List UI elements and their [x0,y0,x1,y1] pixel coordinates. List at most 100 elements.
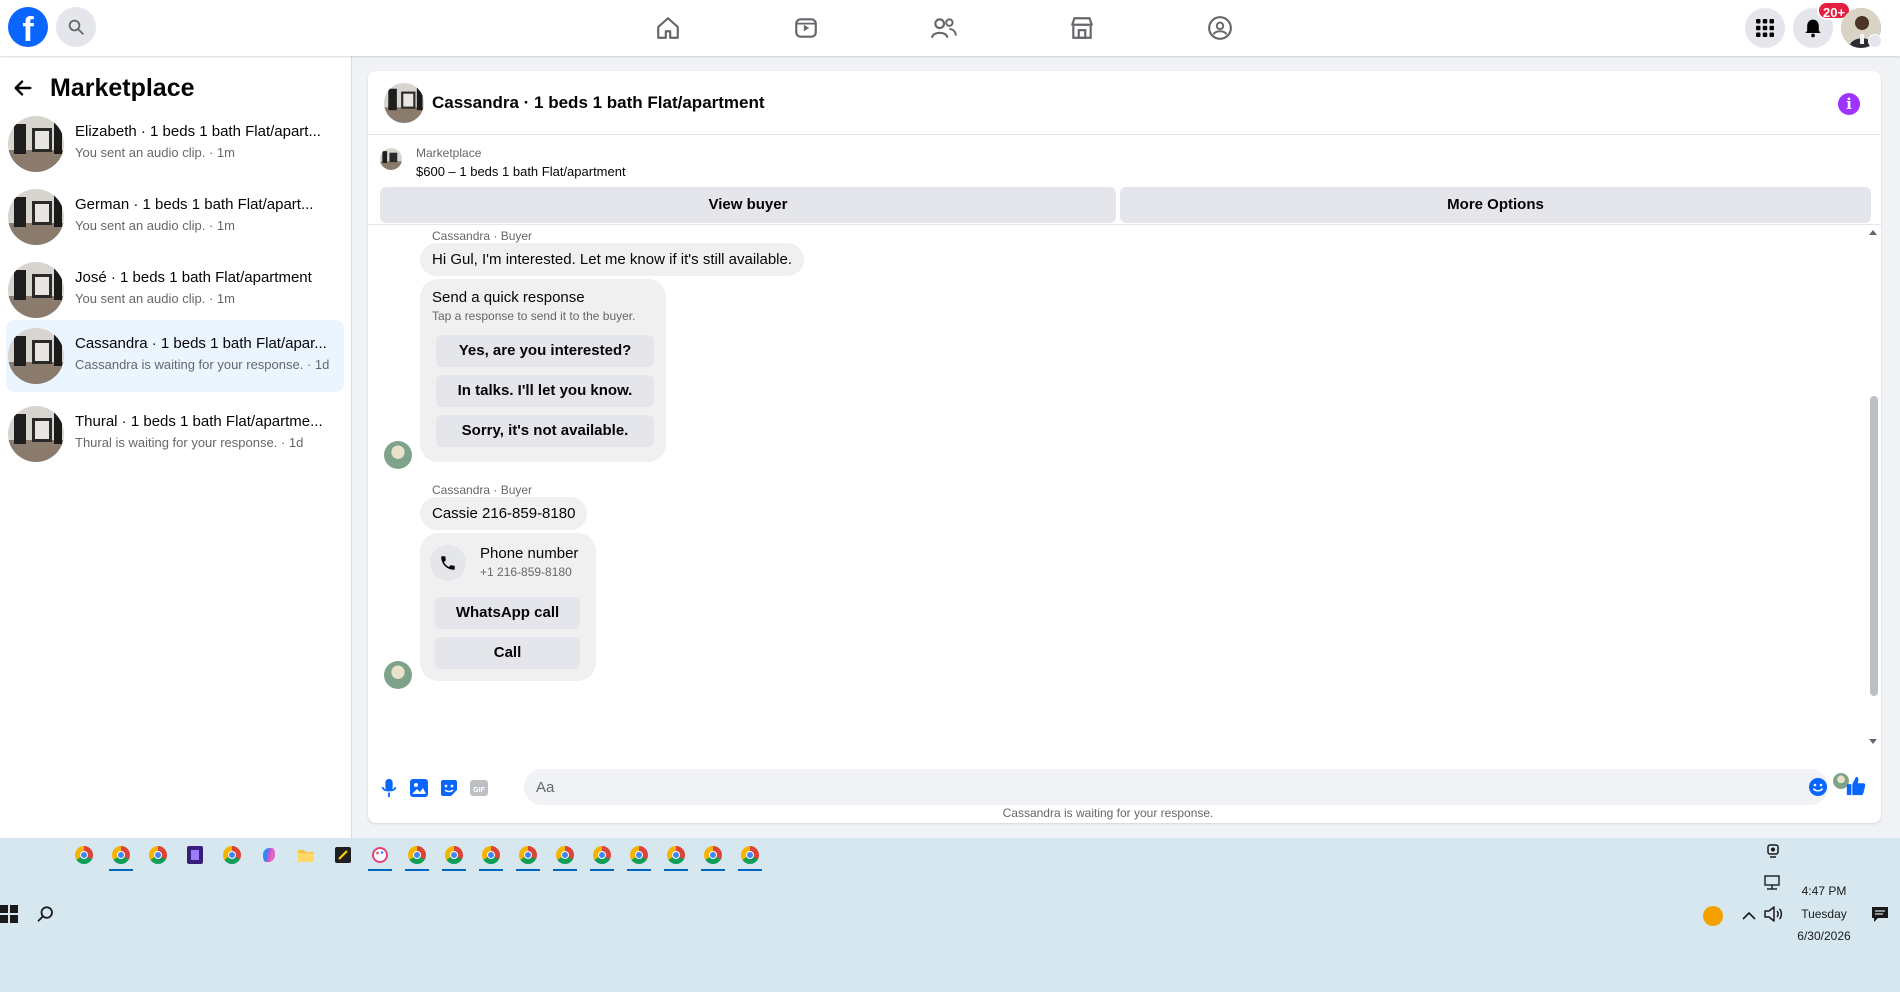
nav-marketplace[interactable] [1066,12,1098,44]
marketplace-sidebar: Marketplace Elizabeth · 1 beds 1 bath Fl… [0,56,352,838]
nav-friends[interactable] [928,12,960,44]
chrome-icon [75,846,93,864]
page-title: Marketplace [50,73,195,102]
conversation-item[interactable]: Thural · 1 beds 1 bath Flat/apartme... T… [0,398,344,468]
menu-button[interactable] [1745,8,1785,48]
tray-network[interactable] [1763,875,1781,891]
message-bubble[interactable]: Cassie 216-859-8180 [420,497,588,530]
whatsapp-call-button[interactable]: WhatsApp call [435,597,580,629]
search-icon [37,906,53,922]
listing-thumbnail [8,116,64,172]
nav-video[interactable] [790,12,822,44]
tray-show-hidden[interactable] [1742,908,1756,920]
tray-app-orange-icon[interactable] [1703,906,1723,926]
video-icon [795,18,817,38]
nav-home[interactable] [652,12,684,44]
clock-day[interactable]: Tuesday [1794,907,1854,921]
info-icon[interactable]: i [1838,93,1860,115]
chrome-icon [112,846,130,864]
conversation-item[interactable]: German · 1 beds 1 bath Flat/apart... You… [0,181,344,251]
message-bubble-icon [1872,907,1888,922]
search-icon [68,19,84,35]
emoji-button[interactable] [1807,776,1829,798]
back-arrow-icon[interactable] [12,77,34,99]
taskbar-copilot-app[interactable] [257,843,281,867]
chat-listing-thumbnail[interactable] [384,83,424,123]
buyer-avatar[interactable] [384,441,412,469]
taskbar-chrome-app[interactable] [146,843,170,867]
taskbar-chrome-app[interactable] [479,843,503,867]
app-purple-icon [187,846,203,864]
notification-center-button[interactable] [1871,905,1889,923]
quick-reply-button[interactable]: In talks. I'll let you know. [436,375,654,407]
taskbar-chrome-app[interactable] [516,843,540,867]
chrome-icon [593,846,611,864]
tray-meet-now[interactable] [1765,843,1781,859]
message-input[interactable] [524,769,1828,805]
account-chevron-down-icon[interactable] [1868,34,1882,48]
taskbar-search-button[interactable] [37,905,55,923]
friends-icon [931,18,957,38]
chrome-icon [445,846,463,864]
conversation-item[interactable]: José · 1 beds 1 bath Flat/apartment You … [0,254,344,324]
message-thread: Cassandra · Buyer Hi Gul, I'm interested… [368,226,1881,820]
conversation-item[interactable]: Elizabeth · 1 beds 1 bath Flat/apart... … [0,108,344,178]
nav-groups[interactable] [1204,12,1236,44]
chat-header: Cassandra · 1 beds 1 bath Flat/apartment… [368,71,1881,135]
quick-reply-button[interactable]: Yes, are you interested? [436,335,654,367]
buyer-avatar[interactable] [384,661,412,689]
chat-title[interactable]: Cassandra · 1 beds 1 bath Flat/apartment [432,93,765,113]
phone-card-title: Phone number [480,545,579,562]
voice-clip-button[interactable] [378,777,400,799]
chevron-up-icon [1742,911,1756,920]
facebook-logo[interactable]: f [8,7,48,47]
taskbar-app[interactable] [183,843,207,867]
conversation-preview: You sent an audio clip. · 1m [75,291,235,306]
like-button[interactable] [1845,775,1867,797]
call-button[interactable]: Call [435,637,580,669]
clock-date[interactable]: 6/30/2026 [1789,929,1859,943]
phone-number-card: Phone number +1 216-859-8180 WhatsApp ca… [420,533,596,681]
view-buyer-button[interactable]: View buyer [380,187,1116,223]
taskbar-chrome-app[interactable] [664,843,688,867]
chrome-icon [630,846,648,864]
taskbar-app[interactable] [368,843,392,867]
taskbar-active-indicator [405,869,429,871]
conversation-name: Elizabeth · 1 beds 1 bath Flat/apart... [75,123,321,140]
scroll-down-icon[interactable] [1868,738,1878,746]
taskbar-chrome-app[interactable] [405,843,429,867]
scroll-up-icon[interactable] [1868,228,1878,236]
quick-response-subtitle: Tap a response to send it to the buyer. [432,309,636,323]
taskbar-active-indicator [664,869,688,871]
message-bubble[interactable]: Hi Gul, I'm interested. Let me know if i… [420,243,805,276]
taskbar-chrome-app[interactable] [627,843,651,867]
taskbar-chrome-app[interactable] [442,843,466,867]
scrollbar[interactable] [1868,226,1878,751]
conversation-item-active[interactable]: Cassandra · 1 beds 1 bath Flat/apar... C… [6,320,344,392]
taskbar-chrome-app[interactable] [72,843,96,867]
search-button[interactable] [56,7,96,47]
photo-icon [410,779,428,797]
more-options-button[interactable]: More Options [1120,187,1871,223]
taskbar-chrome-app[interactable] [590,843,614,867]
taskbar-file-explorer[interactable] [294,843,318,867]
taskbar-chrome-app[interactable] [553,843,577,867]
scrollbar-thumb[interactable] [1870,396,1878,696]
gif-button[interactable]: GIF [468,777,490,799]
clock-time[interactable]: 4:47 PM [1794,884,1854,898]
taskbar-chrome-app[interactable] [109,843,133,867]
listing-price[interactable]: $600 – 1 beds 1 bath Flat/apartment [416,164,626,179]
chrome-icon [223,846,241,864]
folder-icon [298,850,314,862]
taskbar-chrome-app[interactable] [701,843,725,867]
taskbar-chrome-app[interactable] [738,843,762,867]
taskbar-app[interactable] [331,843,355,867]
sticker-button[interactable] [438,777,460,799]
quick-reply-button[interactable]: Sorry, it's not available. [436,415,654,447]
attach-photo-button[interactable] [408,777,430,799]
start-button[interactable] [0,905,18,923]
taskbar-chrome-app[interactable] [220,843,244,867]
sticker-icon [441,780,457,796]
tray-volume[interactable] [1763,905,1783,923]
microphone-icon [381,778,397,798]
